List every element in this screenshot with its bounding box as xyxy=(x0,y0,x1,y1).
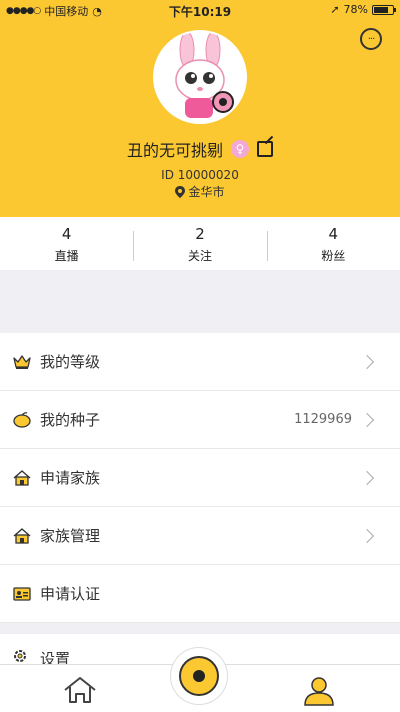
profile-tab-icon[interactable] xyxy=(302,675,336,707)
location-text: 金华市 xyxy=(188,185,225,199)
stat-value: 4 xyxy=(328,225,339,243)
section-divider xyxy=(0,624,400,634)
menu-item-verify[interactable]: 申请认证 xyxy=(0,565,400,623)
status-bar: ●●●●○ 中国移动 ◔ 下午10:19 ➚ 78% xyxy=(0,0,400,20)
menu-value: 1129969 xyxy=(294,412,352,427)
user-id: ID 10000020 xyxy=(161,168,239,182)
stat-following[interactable]: 2 关注 xyxy=(133,217,266,270)
live-camera-button[interactable] xyxy=(170,647,228,705)
location-pin-icon xyxy=(175,185,186,198)
profile-name: 丑的无可挑剔 xyxy=(126,141,223,160)
house-icon xyxy=(12,468,32,488)
chevron-right-icon xyxy=(359,412,375,427)
crown-icon xyxy=(12,352,32,372)
stat-fans[interactable]: 4 粉丝 xyxy=(266,217,400,270)
menu-item-seeds[interactable]: 我的种子 1129969 xyxy=(0,391,400,449)
seed-icon xyxy=(12,410,32,430)
chevron-right-icon xyxy=(359,528,375,543)
menu-label: 我的等级 xyxy=(40,353,101,371)
stat-label: 直播 xyxy=(54,249,79,263)
chevron-right-icon xyxy=(359,470,375,485)
menu-label: 家族管理 xyxy=(40,527,101,545)
battery-percent: 78% xyxy=(343,3,368,16)
stat-label: 粉丝 xyxy=(321,249,346,263)
location-arrow-icon: ➚ xyxy=(330,3,340,16)
gear-icon xyxy=(12,648,32,664)
menu-list: 我的等级 我的种子 1129969 申请家族 家族管理 申请认证 xyxy=(0,333,400,623)
stat-live[interactable]: 4 直播 xyxy=(0,217,133,270)
camera-icon xyxy=(179,656,219,696)
stat-label: 关注 xyxy=(187,249,212,263)
house-icon xyxy=(12,526,32,546)
chevron-right-icon xyxy=(359,354,375,369)
id-card-icon xyxy=(12,584,32,604)
stats-bar: 4 直播 2 关注 4 粉丝 xyxy=(0,217,400,270)
menu-label: 申请家族 xyxy=(40,469,101,487)
battery-icon xyxy=(372,4,396,15)
menu-item-family-manage[interactable]: 家族管理 xyxy=(0,507,400,565)
female-icon: ♀ xyxy=(231,140,249,158)
menu-item-level[interactable]: 我的等级 xyxy=(0,333,400,391)
menu-label: 我的种子 xyxy=(40,411,101,429)
menu-item-apply-family[interactable]: 申请家族 xyxy=(0,449,400,507)
profile-header: ··· 丑的无可挑剔 ♀ ID 10000020 金华市 xyxy=(0,0,400,217)
edit-icon[interactable] xyxy=(257,141,273,157)
avatar[interactable] xyxy=(153,30,247,124)
home-icon[interactable] xyxy=(62,675,98,705)
message-icon[interactable]: ··· xyxy=(360,28,382,50)
menu-label: 申请认证 xyxy=(40,585,101,603)
stat-value: 4 xyxy=(61,225,72,243)
stat-value: 2 xyxy=(195,225,205,243)
